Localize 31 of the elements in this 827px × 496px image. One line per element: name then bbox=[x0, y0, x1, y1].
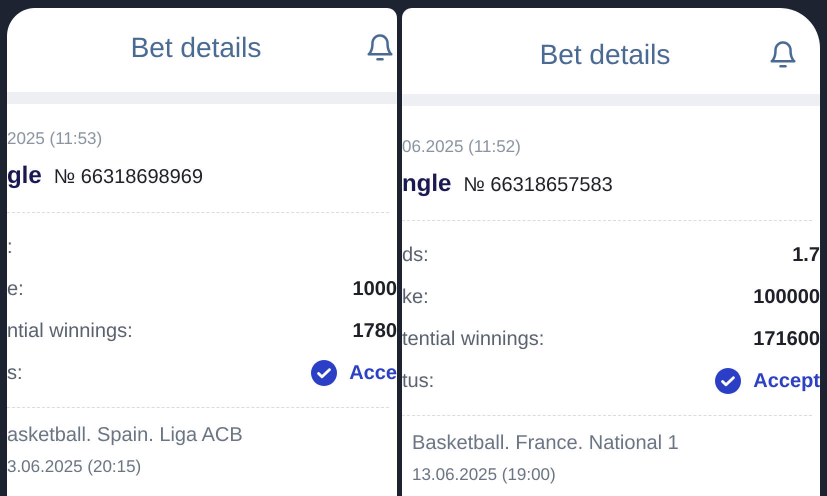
event-date: 13.06.2025 (19:00) bbox=[411, 464, 557, 486]
bet-date: 2025 (11:53) bbox=[7, 128, 104, 150]
row-value: 100000 bbox=[753, 285, 820, 310]
row-label: ke: bbox=[402, 285, 429, 310]
row-value: 1000 bbox=[352, 277, 397, 302]
row-label: ntial winnings: bbox=[7, 319, 133, 344]
row-value: 1780 bbox=[352, 319, 397, 344]
row-label: tus: bbox=[402, 369, 434, 394]
bet-number: № 66318698969 bbox=[54, 165, 204, 190]
status-value: Acce bbox=[349, 361, 397, 386]
event-date: 3.06.2025 (20:15) bbox=[7, 456, 142, 478]
status-value: Accept bbox=[753, 369, 820, 394]
bet-number: № 66318657583 bbox=[463, 173, 613, 198]
bet-date: 06.2025 (11:52) bbox=[402, 136, 522, 158]
event-league: Basketball. France. National 1 bbox=[411, 431, 680, 456]
bell-icon[interactable] bbox=[768, 40, 798, 70]
row-label: : bbox=[7, 235, 13, 260]
bet-type: gle bbox=[7, 161, 42, 191]
row-value: 1.7 bbox=[792, 243, 820, 268]
row-label: ds: bbox=[402, 243, 429, 268]
bet-type: ngle bbox=[402, 169, 452, 199]
check-circle-icon bbox=[715, 368, 742, 394]
row-label: e: bbox=[7, 277, 24, 302]
row-value: 171600 bbox=[753, 327, 820, 352]
event-league: asketball. Spain. Liga ACB bbox=[7, 423, 244, 448]
check-circle-icon bbox=[311, 360, 338, 386]
page-title: Bet details bbox=[540, 38, 670, 72]
bell-icon[interactable] bbox=[365, 33, 395, 63]
page-title: Bet details bbox=[130, 31, 262, 65]
row-label: s: bbox=[7, 361, 23, 386]
row-label: tential winnings: bbox=[402, 327, 544, 352]
